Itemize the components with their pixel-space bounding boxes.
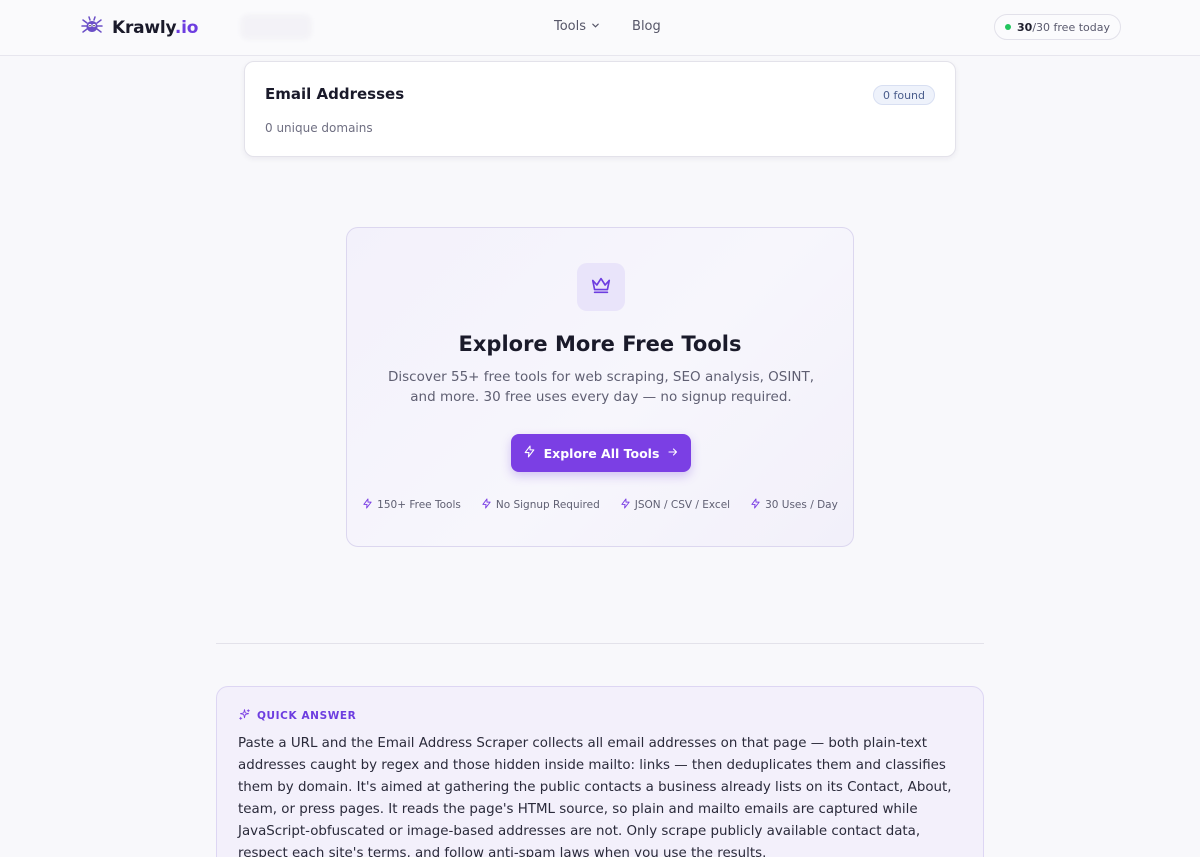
explore-title: Explore More Free Tools [458, 332, 742, 356]
status-dot [1005, 24, 1012, 30]
site-header: Krawly.io Tools Blog 30/30 free today [0, 0, 1200, 56]
bolt-icon [523, 445, 536, 461]
explore-all-tools-button[interactable]: Explore All Tools [511, 434, 691, 472]
quick-answer-text: Paste a URL and the Email Address Scrape… [238, 736, 952, 857]
bolt-icon [362, 498, 373, 512]
crown-icon [590, 274, 612, 300]
email-card-title: Email Addresses [265, 85, 405, 103]
unique-domains-count: 0 unique domains [265, 121, 373, 135]
blurred-element [240, 14, 312, 40]
logo[interactable]: Krawly.io [80, 14, 198, 42]
feature-item: 30 Uses / Day [750, 498, 838, 512]
arrow-right-icon [667, 446, 679, 461]
bolt-icon [750, 498, 761, 512]
bolt-icon [620, 498, 631, 512]
quick-answer-card: QUICK ANSWER Paste a URL and the Email A… [216, 686, 984, 857]
quick-answer-label: QUICK ANSWER [238, 708, 356, 724]
spider-logo-icon [80, 14, 104, 42]
usage-badge: 30/30 free today [994, 14, 1121, 40]
explore-description: Discover 55+ free tools for web scraping… [387, 369, 814, 405]
crown-icon-box [577, 263, 625, 311]
email-results-card: Email Addresses 0 unique domains 0 found [244, 61, 956, 157]
bolt-icon [481, 498, 492, 512]
feature-item: No Signup Required [481, 498, 600, 512]
feature-item: 150+ Free Tools [362, 498, 461, 512]
nav-tools[interactable]: Tools [554, 19, 600, 34]
found-count-badge: 0 found [872, 85, 935, 105]
nav-blog[interactable]: Blog [632, 19, 661, 34]
section-divider [216, 643, 984, 644]
explore-tools-card: Explore More Free Tools Discover 55+ fre… [346, 227, 854, 547]
main-nav: Tools Blog [554, 19, 661, 34]
logo-text: Krawly.io [112, 18, 199, 38]
usage-text: 30/30 free today [1017, 20, 1110, 34]
sparkles-icon [238, 708, 251, 724]
chevron-down-icon [591, 19, 600, 34]
feature-list: 150+ Free Tools No Signup Required JSON … [347, 498, 853, 512]
feature-item: JSON / CSV / Excel [620, 498, 730, 512]
